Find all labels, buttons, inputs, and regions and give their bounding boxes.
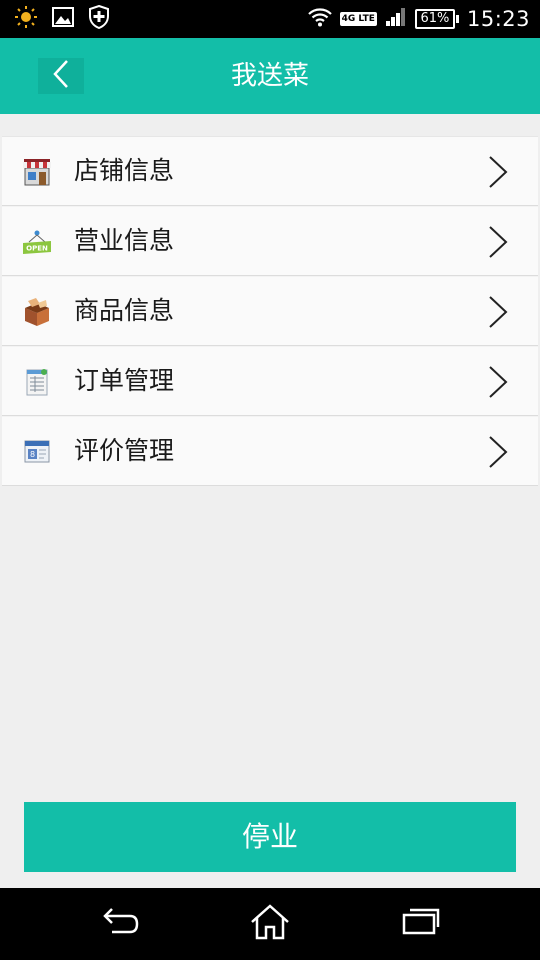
menu-item-review-management[interactable]: 8 评价管理 — [2, 416, 538, 486]
wifi-icon — [307, 7, 332, 31]
menu-item-order-management[interactable]: 订单管理 — [2, 346, 538, 416]
nav-home-button[interactable] — [248, 904, 292, 944]
image-icon — [52, 7, 74, 31]
menu-item-store-info[interactable]: 店铺信息 — [2, 136, 538, 206]
review-window-icon: 8 — [20, 435, 54, 469]
back-button[interactable] — [38, 58, 84, 94]
signal-icon — [385, 7, 407, 31]
chevron-right-icon — [486, 295, 510, 329]
storefront-icon — [20, 155, 54, 189]
shield-plus-icon — [88, 4, 110, 33]
system-nav-bar — [0, 888, 540, 960]
nav-back-button[interactable] — [98, 906, 142, 942]
chevron-right-icon — [486, 365, 510, 399]
svg-text:8: 8 — [30, 450, 35, 459]
nav-recent-apps-button[interactable] — [398, 906, 442, 942]
battery-tip — [455, 15, 459, 23]
svg-text:OPEN: OPEN — [26, 245, 48, 253]
chevron-right-icon — [486, 435, 510, 469]
open-sign-icon: OPEN — [20, 225, 54, 259]
menu-list: 店铺信息 OPEN 营业信息 商品信息 订单管理 8 评价管理 — [2, 136, 538, 486]
app-header: 我送菜 — [0, 38, 540, 114]
back-icon — [100, 907, 140, 941]
status-right-group: 4G LTE 61% 15:23 — [300, 7, 530, 31]
menu-item-label: 营业信息 — [74, 226, 175, 255]
home-icon — [250, 904, 290, 944]
menu-item-business-info[interactable]: OPEN 营业信息 — [2, 206, 538, 276]
network-type-badge: 4G LTE — [339, 12, 377, 26]
menu-item-label: 商品信息 — [74, 296, 175, 325]
order-sheet-icon — [20, 365, 54, 399]
status-bar: 4G LTE 61% 15:23 — [0, 0, 540, 38]
status-time: 15:23 — [466, 7, 530, 31]
status-left-group — [14, 4, 124, 33]
sun-icon — [14, 5, 38, 33]
battery-icon: 61% — [414, 9, 459, 29]
battery-percent: 61% — [414, 9, 455, 29]
menu-item-product-info[interactable]: 商品信息 — [2, 276, 538, 346]
stop-business-button[interactable]: 停业 — [24, 802, 516, 872]
product-box-icon — [20, 295, 54, 329]
menu-item-label: 店铺信息 — [74, 156, 175, 185]
chevron-left-icon — [51, 59, 71, 93]
chevron-right-icon — [486, 155, 510, 189]
menu-item-label: 评价管理 — [74, 436, 175, 465]
menu-item-label: 订单管理 — [74, 366, 175, 395]
recent-apps-icon — [400, 907, 440, 941]
chevron-right-icon — [486, 225, 510, 259]
